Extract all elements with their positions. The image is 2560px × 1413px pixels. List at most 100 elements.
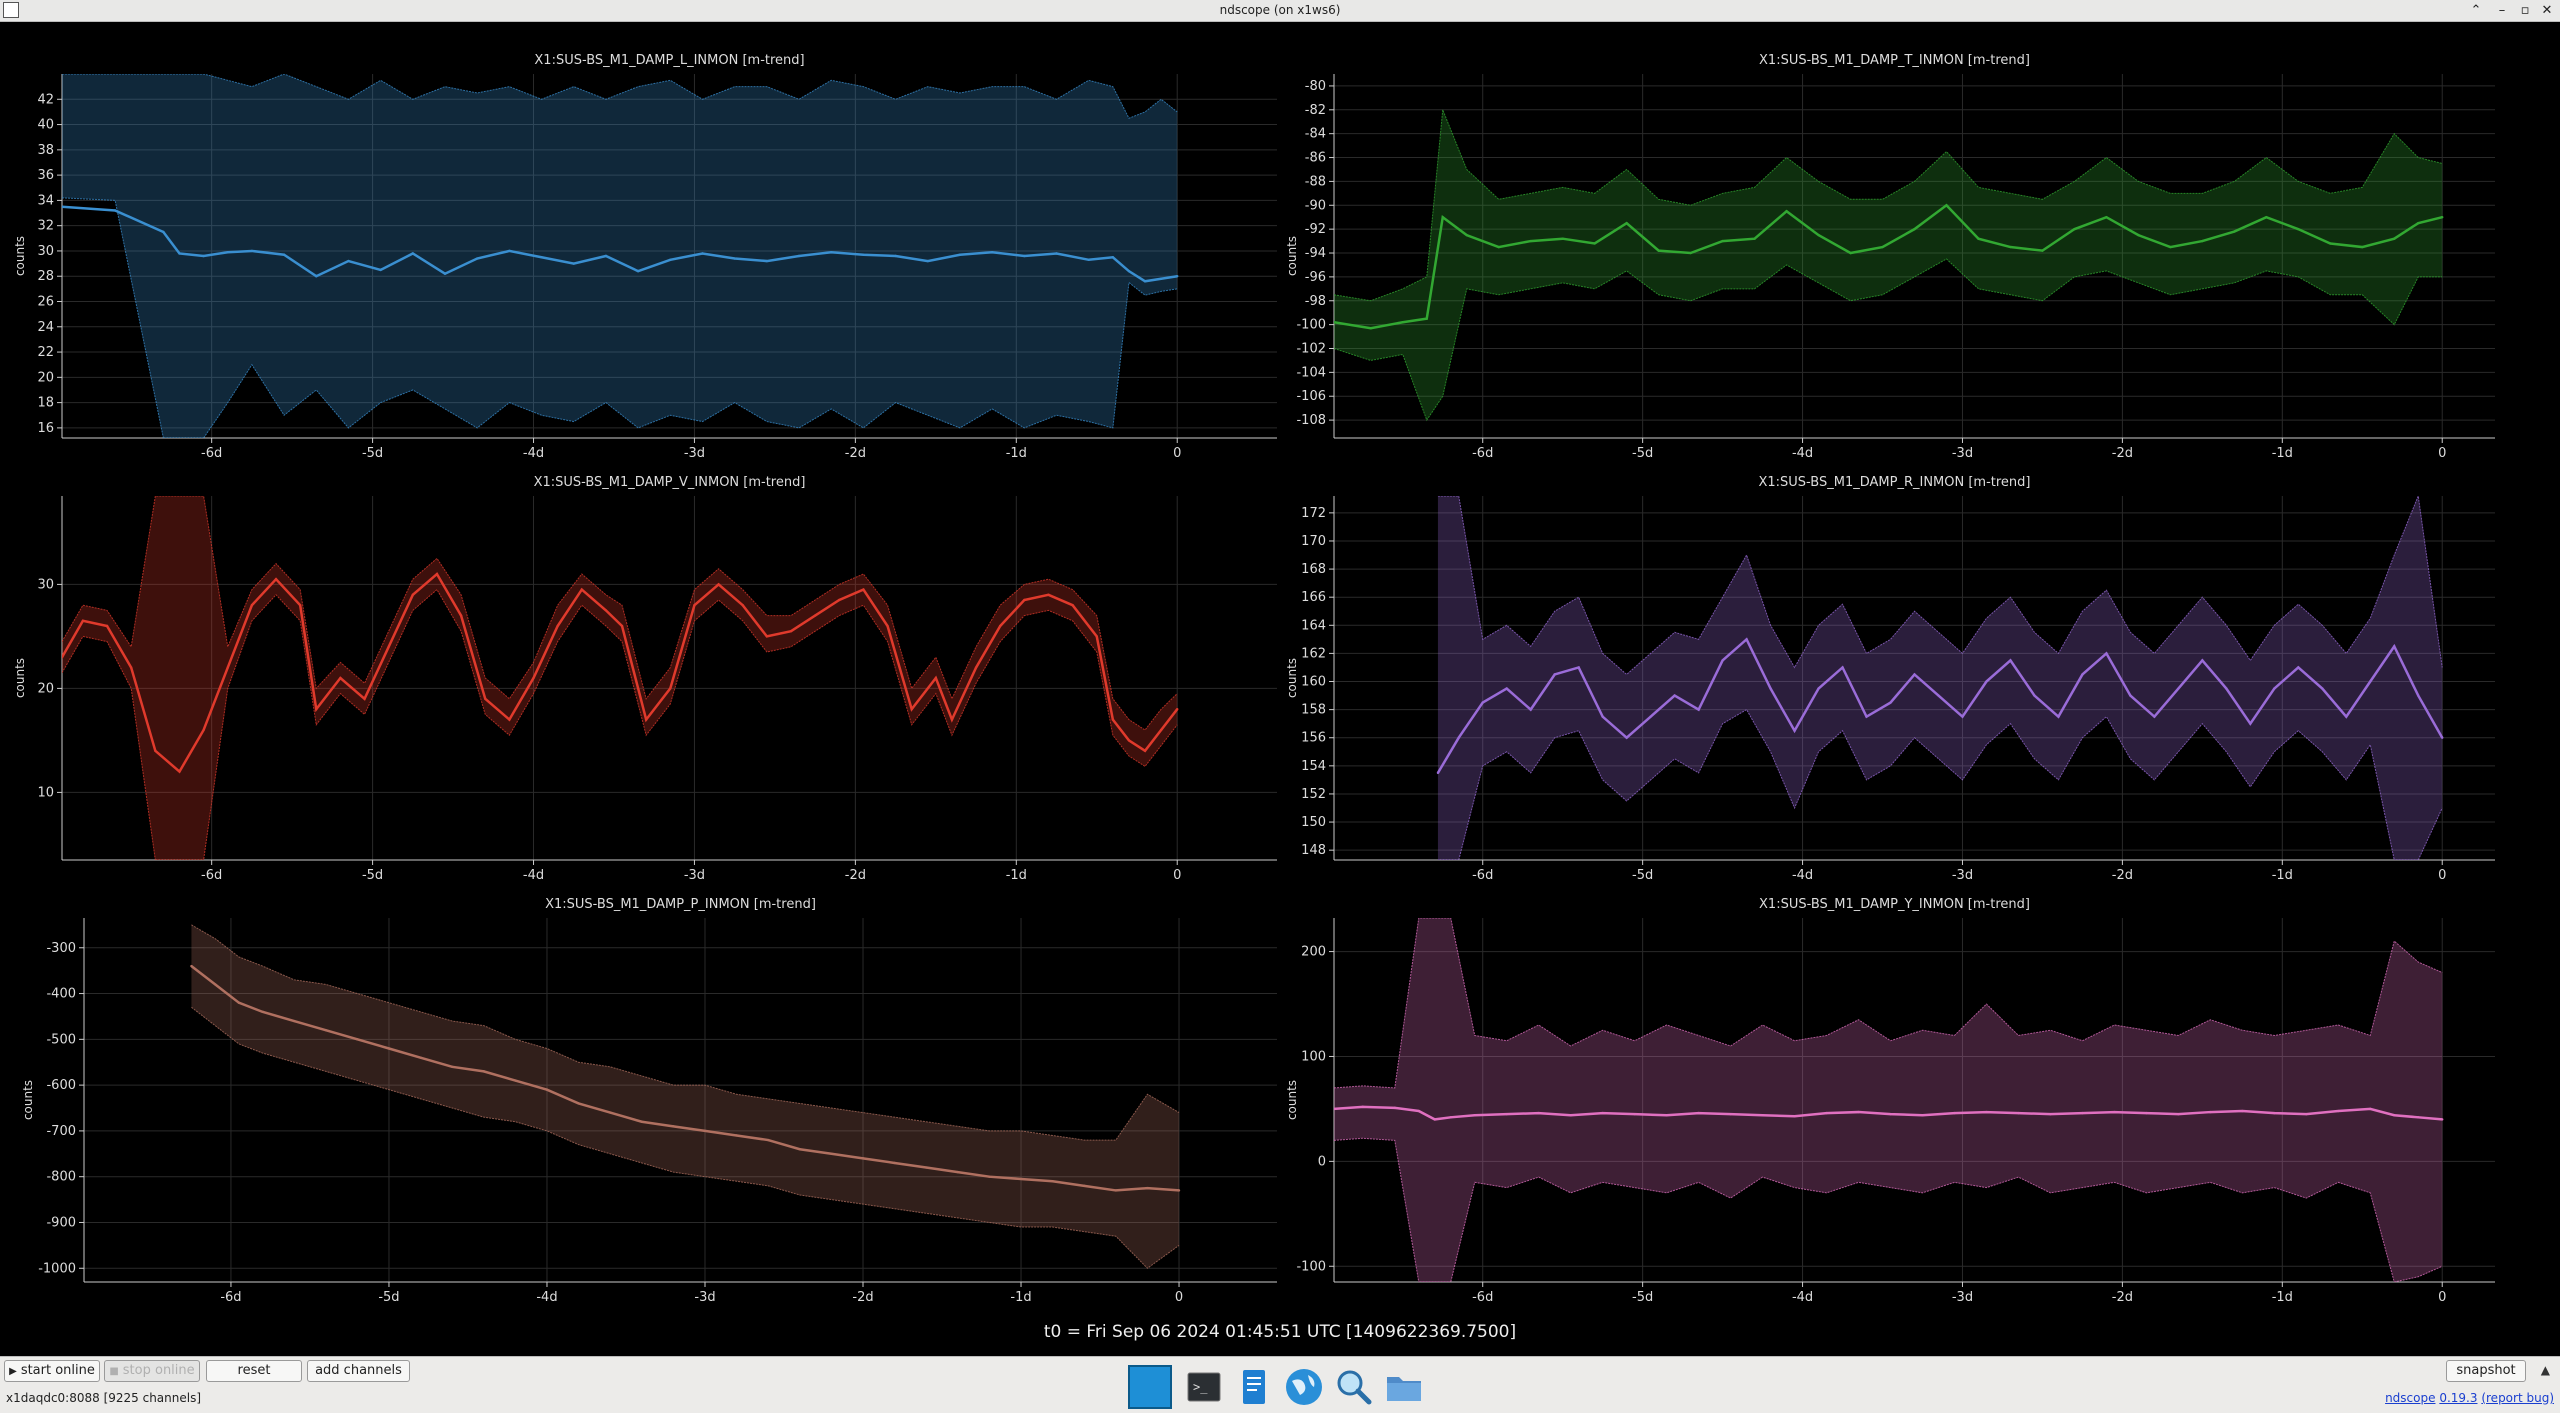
y-tick-label: -500 — [46, 1032, 76, 1047]
mean-data-point — [2081, 1111, 2084, 1115]
window-restore-icon[interactable]: ▫ — [2516, 2, 2534, 20]
collapse-arrow-icon[interactable]: ▲ — [2541, 1363, 2550, 1377]
mean-data-point — [1146, 1186, 1149, 1190]
y-tick-label: -88 — [1305, 174, 1326, 189]
mean-data-point — [1457, 736, 1460, 739]
chart-panel-6[interactable]: X1:SUS-BS_M1_DAMP_Y_INMON [m-trend] count… — [1285, 897, 2495, 1305]
terminal-icon[interactable]: >_ — [1182, 1365, 1226, 1409]
snapshot-button[interactable]: snapshot — [2446, 1360, 2526, 1382]
mean-data-point — [213, 983, 217, 986]
app-name-link[interactable]: ndscope — [2385, 1391, 2435, 1405]
mean-data-point — [387, 645, 390, 648]
mean-data-point — [450, 1065, 454, 1069]
minmax-band — [1334, 109, 2443, 421]
mean-data-point — [1793, 729, 1796, 732]
minmax-band — [1334, 918, 2443, 1282]
mean-data-point — [1985, 1110, 1988, 1114]
chart-panel-3[interactable]: X1:SUS-BS_M1_DAMP_V_INMON [m-trend] count… — [13, 475, 1277, 883]
window-close-icon[interactable]: ✕ — [2538, 2, 2556, 20]
server-status: x1daqdc0:8088 [9225 channels] — [6, 1391, 202, 1405]
mean-data-point — [2137, 233, 2140, 237]
y-tick-label: -98 — [1305, 294, 1326, 309]
y-tick-label: -96 — [1305, 270, 1326, 285]
mean-data-point — [1334, 1107, 1336, 1111]
mean-data-point — [1673, 694, 1676, 697]
search-icon[interactable] — [1332, 1365, 1376, 1409]
x-tick-label: -3d — [1952, 868, 1973, 883]
plot-grid[interactable]: X1:SUS-BS_M1_DAMP_L_INMON [m-trend] count… — [0, 22, 2560, 1322]
mean-data-point — [910, 708, 913, 711]
mean-data-point — [1473, 1114, 1476, 1117]
y-tick-label: -700 — [46, 1124, 76, 1139]
stop-online-button[interactable]: ■ stop online — [104, 1360, 200, 1382]
chart-title: X1:SUS-BS_M1_DAMP_P_INMON [m-trend] — [545, 897, 816, 912]
text-editor-icon[interactable] — [1232, 1365, 1276, 1409]
plot-canvas[interactable]: X1:SUS-BS_M1_DAMP_L_INMON [m-trend] count… — [0, 22, 2560, 1322]
mean-data-point — [1143, 749, 1147, 752]
report-bug-link[interactable]: (report bug) — [2481, 1391, 2554, 1405]
x-tick-label: -3d — [684, 446, 705, 461]
mean-data-point — [2017, 1111, 2020, 1115]
browser-globe-icon[interactable] — [1282, 1365, 1326, 1409]
series-group — [62, 74, 1179, 438]
mean-data-point — [2081, 673, 2084, 676]
mean-data-point — [2129, 694, 2132, 697]
mean-data-point — [162, 230, 165, 234]
chart-title: X1:SUS-BS_M1_DAMP_R_INMON [m-trend] — [1758, 475, 2030, 490]
mean-data-point — [1436, 771, 1440, 775]
x-tick-label: -5d — [1632, 1290, 1653, 1305]
mean-data-point — [1537, 1111, 1540, 1115]
mean-data-point — [237, 1001, 241, 1004]
desktop-icon[interactable] — [1128, 1365, 1172, 1409]
mean-data-point — [2393, 645, 2396, 648]
mean-data-point — [1401, 321, 1404, 324]
mean-data-point — [1159, 728, 1163, 732]
mean-data-point — [1561, 237, 1564, 240]
y-tick-label: -100 — [1296, 318, 1326, 333]
chart-panel-1[interactable]: X1:SUS-BS_M1_DAMP_L_INMON [m-trend] count… — [13, 53, 1277, 461]
mean-data-point — [2417, 221, 2420, 225]
mean-data-point — [250, 604, 254, 607]
x-tick-label: -4d — [1792, 868, 1813, 883]
y-tick-label: -100 — [1296, 1259, 1326, 1274]
mean-data-point — [1417, 1109, 1420, 1113]
mean-data-point — [1793, 1115, 1796, 1118]
mean-data-point — [2225, 687, 2228, 690]
mean-data-point — [813, 614, 817, 617]
mean-data-point — [315, 275, 318, 278]
mean-data-point — [1176, 708, 1179, 711]
mean-data-point — [1529, 239, 1532, 243]
mean-data-point — [459, 614, 463, 617]
y-tick-label: -108 — [1296, 413, 1326, 428]
x-tick-label: -3d — [1952, 446, 1973, 461]
file-manager-icon[interactable] — [1382, 1365, 1426, 1409]
mean-data-point — [999, 624, 1002, 628]
version-info: ndscope 0.19.3 (report bug) — [2385, 1391, 2554, 1405]
series-group — [1334, 918, 2444, 1282]
minmax-band — [191, 924, 1180, 1269]
mean-data-point — [1817, 233, 1820, 237]
mean-data-point — [934, 676, 938, 680]
chart-panel-2[interactable]: X1:SUS-BS_M1_DAMP_T_INMON [m-trend] count… — [1285, 53, 2495, 461]
chart-panel-4[interactable]: X1:SUS-BS_M1_DAMP_R_INMON [m-trend] count… — [1285, 475, 2495, 883]
window-minimize-icon[interactable]: – — [2493, 2, 2511, 20]
window-maximize-icon[interactable]: ⌃ — [2467, 2, 2485, 20]
reset-button[interactable]: reset — [206, 1360, 302, 1382]
x-tick-label: -3d — [684, 868, 705, 883]
mean-data-point — [1023, 254, 1026, 258]
start-online-button[interactable]: ▶ start online — [4, 1360, 100, 1382]
mean-data-point — [2177, 1112, 2180, 1116]
mean-data-point — [1051, 1180, 1054, 1183]
mean-data-point — [735, 1134, 738, 1137]
version-link[interactable]: 0.19.3 — [2439, 1391, 2477, 1405]
mean-data-point — [577, 1102, 580, 1105]
mean-data-point — [387, 1047, 391, 1050]
mean-data-point — [765, 259, 769, 263]
x-tick-label: 0 — [1175, 1290, 1183, 1305]
mean-data-point — [1361, 1105, 1364, 1109]
mean-data-point — [113, 209, 117, 212]
svg-text:>_: >_ — [1193, 1380, 1208, 1394]
y-tick-label: 40 — [37, 118, 54, 133]
add-channels-button[interactable]: add channels — [307, 1360, 410, 1382]
chart-panel-5[interactable]: X1:SUS-BS_M1_DAMP_P_INMON [m-trend] count… — [21, 897, 1277, 1305]
